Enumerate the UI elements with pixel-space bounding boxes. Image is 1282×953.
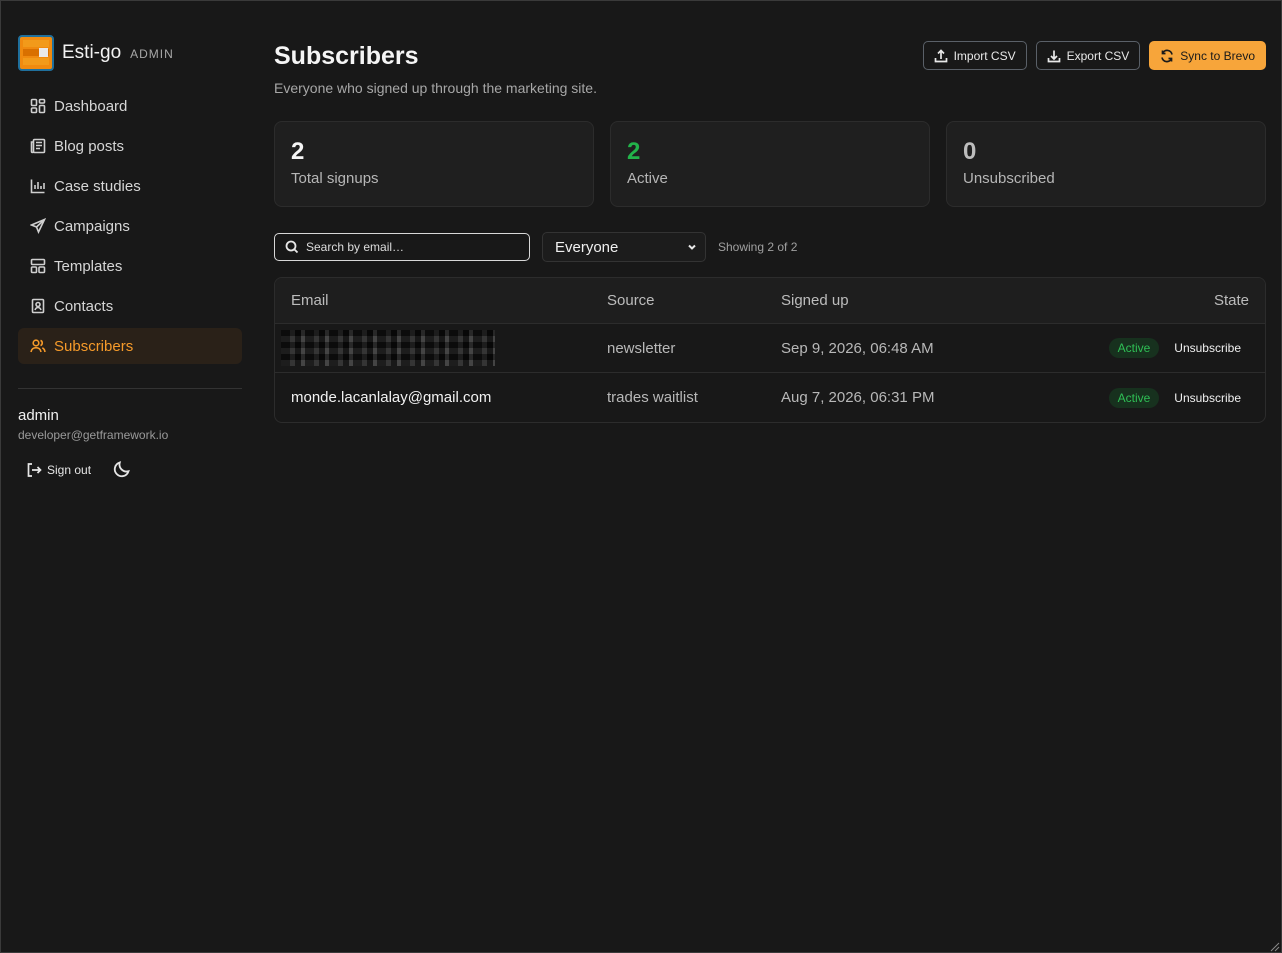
- stat-card-total: 2 Total signups: [274, 121, 594, 207]
- state-cell: Active Unsubscribe: [1081, 387, 1265, 408]
- chevron-down-icon: [688, 244, 696, 250]
- user-name: admin: [18, 407, 59, 424]
- stat-label: Unsubscribed: [963, 170, 1055, 187]
- sidebar-item-campaigns[interactable]: Campaigns: [18, 208, 242, 244]
- moon-icon: [113, 461, 130, 478]
- sidebar-item-label: Subscribers: [54, 337, 134, 355]
- table-header: Email Source Signed up State: [275, 278, 1265, 324]
- refresh-icon: [1161, 49, 1174, 62]
- search-icon: [285, 240, 299, 254]
- unsubscribe-button[interactable]: Unsubscribe: [1174, 391, 1249, 405]
- user-email: developer@getframework.io: [18, 428, 169, 442]
- export-csv-button[interactable]: Export CSV: [1035, 41, 1141, 70]
- brand-name: Esti-go: [62, 42, 122, 63]
- sign-out-icon: [27, 463, 42, 477]
- stat-value: 2: [627, 138, 641, 165]
- users-icon: [30, 339, 46, 353]
- sidebar-item-case-studies[interactable]: Case studies: [18, 168, 242, 204]
- brand-tag: ADMIN: [130, 47, 174, 61]
- result-count: Showing 2 of 2: [718, 240, 798, 254]
- resize-grip-icon[interactable]: [1268, 939, 1280, 952]
- stats-cards: 2 Total signups 2 Active 0 Unsubscribed: [274, 121, 1266, 207]
- status-badge: Active: [1108, 338, 1160, 358]
- bar-chart-icon: [30, 179, 45, 194]
- sidebar-actions: Sign out: [18, 460, 242, 480]
- sidebar-nav: Dashboard Blog posts Case studies Campai…: [18, 88, 242, 364]
- stat-card-unsubscribed: 0 Unsubscribed: [946, 121, 1266, 207]
- page-subtitle: Everyone who signed up through the marke…: [274, 80, 597, 96]
- column-header-email[interactable]: Email: [275, 292, 607, 309]
- column-header-signed-up[interactable]: Signed up: [781, 292, 1081, 309]
- sidebar-item-contacts[interactable]: Contacts: [18, 288, 242, 324]
- upload-icon: [934, 48, 947, 62]
- send-icon: [30, 218, 46, 234]
- layout-icon: [30, 258, 46, 274]
- sync-to-brevo-label: Sync to Brevo: [1180, 48, 1255, 63]
- sidebar-item-label: Blog posts: [54, 137, 125, 155]
- sidebar-item-blog-posts[interactable]: Blog posts: [18, 128, 242, 164]
- state-filter-value: Everyone: [555, 238, 619, 256]
- state-filter-select[interactable]: Everyone: [542, 232, 706, 262]
- main-content: Subscribers Everyone who signed up throu…: [274, 40, 1266, 423]
- stat-label: Total signups: [291, 170, 379, 187]
- dashboard-icon: [30, 98, 46, 114]
- sign-out-label: Sign out: [47, 463, 92, 477]
- source-cell: newsletter: [607, 339, 676, 357]
- download-icon: [1047, 50, 1060, 62]
- source-cell: trades waitlist: [607, 389, 698, 406]
- sidebar-divider: [18, 388, 242, 389]
- status-badge: Active: [1108, 387, 1160, 408]
- search-input[interactable]: [306, 240, 516, 254]
- redacted-email: [281, 330, 495, 366]
- sidebar-item-label: Case studies: [54, 177, 141, 195]
- column-header-state-label: State: [1213, 292, 1249, 309]
- column-header-source[interactable]: Source: [607, 292, 781, 309]
- stat-label: Active: [627, 170, 668, 187]
- sync-to-brevo-button[interactable]: Sync to Brevo: [1149, 41, 1266, 70]
- sidebar-item-label: Contacts: [54, 297, 114, 315]
- search-box[interactable]: [274, 233, 530, 261]
- stat-value: 2: [291, 138, 305, 165]
- email-cell: monde.lacanlalay@gmail.com: [291, 389, 492, 406]
- header-actions: Import CSV Export CSV Sync to Brevo: [922, 41, 1266, 70]
- import-csv-label: Import CSV: [953, 48, 1016, 63]
- unsubscribe-button[interactable]: Unsubscribe: [1174, 341, 1249, 355]
- subscribers-table: Email Source Signed up State newsletter …: [274, 277, 1266, 423]
- import-csv-button[interactable]: Import CSV: [922, 41, 1027, 70]
- signed-up-cell: Sep 9, 2026, 06:48 AM: [781, 339, 934, 357]
- sidebar-item-label: Campaigns: [54, 217, 130, 235]
- stat-card-active: 2 Active: [610, 121, 930, 207]
- stat-value: 0: [963, 138, 977, 165]
- contact-book-icon: [31, 298, 45, 314]
- brand[interactable]: Esti-go ADMIN: [18, 34, 242, 72]
- column-header-state[interactable]: State: [1081, 292, 1265, 309]
- theme-toggle-button[interactable]: [113, 460, 133, 480]
- table-row: monde.lacanlalay@gmail.com trades waitli…: [275, 373, 1265, 422]
- logo-icon: [18, 35, 54, 71]
- sign-out-button[interactable]: Sign out: [18, 462, 91, 478]
- email-cell: [275, 330, 607, 366]
- filters-bar: Everyone Showing 2 of 2: [274, 232, 797, 262]
- sidebar-item-subscribers[interactable]: Subscribers: [18, 328, 242, 364]
- export-csv-label: Export CSV: [1066, 48, 1130, 63]
- sidebar: Esti-go ADMIN Dashboard Blog posts Case …: [18, 34, 242, 480]
- state-cell: Active Unsubscribe: [1081, 338, 1265, 358]
- table-row: newsletter Sep 9, 2026, 06:48 AM Active …: [275, 324, 1265, 373]
- signed-up-cell: Aug 7, 2026, 06:31 PM: [781, 389, 935, 406]
- sidebar-item-dashboard[interactable]: Dashboard: [18, 88, 242, 124]
- sidebar-item-label: Dashboard: [54, 97, 128, 115]
- newspaper-icon: [30, 138, 46, 154]
- sidebar-item-label: Templates: [54, 257, 123, 275]
- sidebar-item-templates[interactable]: Templates: [18, 248, 242, 284]
